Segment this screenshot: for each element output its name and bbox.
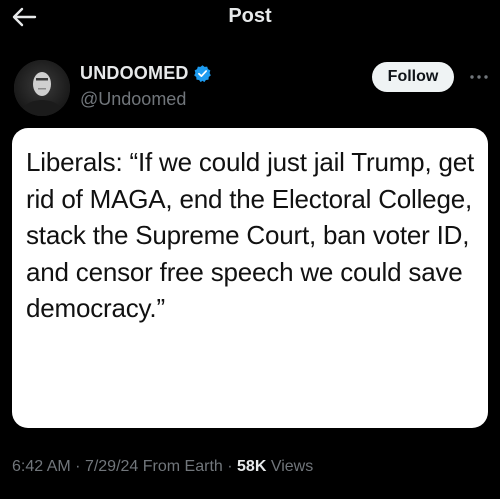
post-meta: 6:42 AM · 7/29/24 From Earth · 58K Views <box>12 458 313 476</box>
follow-button[interactable]: Follow <box>372 62 454 92</box>
post-time: 6:42 AM <box>12 458 71 475</box>
avatar[interactable] <box>14 60 70 116</box>
post-date[interactable]: 7/29/24 <box>85 458 138 475</box>
more-options-button[interactable] <box>464 62 494 92</box>
post-image-text: Liberals: “If we could just jail Trump, … <box>26 147 475 323</box>
avatar-image <box>14 60 70 116</box>
author-handle[interactable]: @Undoomed <box>80 89 186 110</box>
views-label: Views <box>270 458 314 475</box>
verified-badge-icon <box>193 65 211 83</box>
page-title: Post <box>228 5 272 27</box>
meta-separator: · <box>75 458 81 475</box>
author-name-row[interactable]: UNDOOMED <box>80 63 212 84</box>
meta-separator: · <box>227 458 233 475</box>
more-horizontal-icon <box>470 75 488 79</box>
post-image[interactable]: Liberals: “If we could just jail Trump, … <box>12 128 488 428</box>
author-name[interactable]: UNDOOMED <box>80 63 189 84</box>
post-source: From Earth <box>142 458 223 475</box>
views-count[interactable]: 58K <box>237 458 266 475</box>
top-bar: Post <box>0 0 500 36</box>
